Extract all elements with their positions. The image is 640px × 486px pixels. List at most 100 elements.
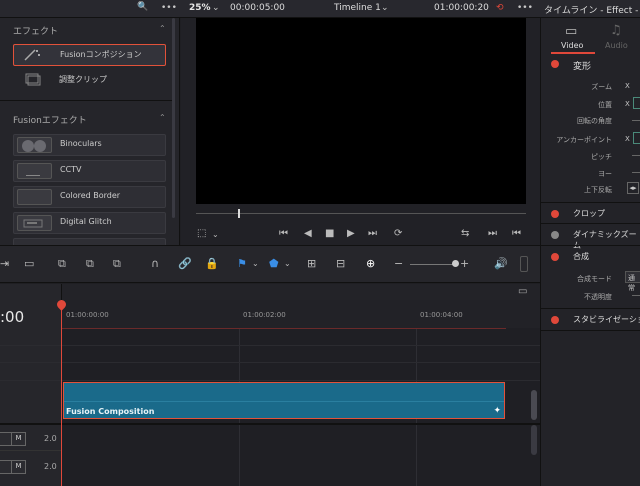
speaker-icon[interactable]: 🔊 [494,257,508,270]
fusion-composition-clip[interactable]: Fusion Composition ✦ [63,382,505,419]
link-icon[interactable]: 🔗 [178,257,192,270]
go-to-end-icon[interactable]: ⏭ [368,228,377,239]
prev-edit-icon[interactable]: ⏮ [512,228,521,239]
rotation-label: 回転の角度 [577,117,612,125]
zoom-out-icon[interactable]: − [394,257,403,270]
tab-audio[interactable]: Audio [605,41,628,50]
effect-label: Digital Glitch [60,217,112,226]
adjustment-icon [16,72,49,86]
transform-title: 変形 [573,62,592,72]
timeline-chevron-icon[interactable]: ⌄ [381,3,389,13]
anchor-x-label: X [625,135,630,143]
tab-video[interactable]: Video [561,41,583,50]
zoom-full-icon[interactable]: ⊞ [307,257,316,270]
dynamic-zoom-toggle[interactable] [551,231,559,239]
zoom-level[interactable]: 25% [189,3,211,13]
play-reverse-icon[interactable]: ◀ [304,228,312,239]
flag-chevron-icon[interactable]: ⌄ [252,259,259,268]
crop-toggle[interactable] [551,210,559,218]
inspector-title: タイムライン - Effect - Fusi [544,6,640,16]
overwrite-clip-icon[interactable]: ⧉ [86,257,94,271]
position-x-field[interactable] [633,97,640,109]
effect-item-digital-glitch[interactable]: Digital Glitch [13,212,166,234]
zoom-chevron-icon[interactable]: ⌄ [212,3,220,13]
audio-scrollbar[interactable] [531,425,537,455]
mute-button[interactable]: M [11,460,26,474]
effect-item-fusion-composition[interactable]: Fusionコンポジション [13,44,166,66]
cctv-thumbnail [17,163,52,179]
position-x-label: X [625,100,630,108]
mute-button[interactable]: M [11,432,26,446]
blade-icon[interactable]: ▭ [24,257,34,270]
crop-view-icon[interactable]: ⬚ [197,228,206,239]
flip-icon[interactable]: ◂▸ [627,182,639,194]
options-icon[interactable]: ••• [517,3,533,13]
video-tab-icon[interactable]: ▭ [565,24,577,39]
zoom-detail-icon[interactable]: ⊟ [336,257,345,270]
timeline-name[interactable]: Timeline 1 [334,3,381,13]
more-icon[interactable]: ••• [161,3,177,13]
ruler-tick-label: 01:00:02:00 [243,311,286,319]
insert-clip-icon[interactable]: ⧉ [58,257,66,271]
timeline-playhead[interactable] [61,300,62,486]
play-icon[interactable]: ▶ [347,228,355,239]
marker-chevron-icon[interactable]: ⌄ [284,259,291,268]
track-divider [0,380,540,381]
viewer-playhead[interactable] [238,209,240,218]
timeline-timecode: :00 [0,308,25,326]
replace-clip-icon[interactable]: ⧉ [113,257,121,271]
track-volume: 2.0 [44,462,57,471]
view-chevron-icon[interactable]: ⌄ [212,230,219,239]
flag-icon[interactable]: ⚑ [237,257,247,270]
timeline-view-options-icon[interactable]: ▭ [518,286,527,297]
match-frame-icon[interactable]: ⇆ [461,228,469,239]
yaw-label: ヨー [598,170,612,178]
collapse-chevron-icon[interactable]: ⌃ [159,113,166,122]
composite-mode-value: 通常 [628,274,635,292]
effect-label: 調整クリップ [59,75,107,84]
stop-icon[interactable]: ■ [325,228,334,239]
viewer-scrubber[interactable] [196,213,526,214]
search-icon[interactable]: 🔍 [137,2,148,12]
music-note-icon[interactable]: ♫ [610,23,622,38]
lock-icon[interactable]: 🔒 [205,257,219,270]
trim-mode-icon[interactable]: ⇥ [0,257,9,270]
pitch-slider[interactable] [632,155,640,156]
effect-label: Fusionコンポジション [60,50,142,59]
divider [541,330,640,331]
marker-icon[interactable]: ⬟ [269,257,279,270]
composite-toggle[interactable] [551,253,559,261]
snapping-icon[interactable]: ∩ [151,257,159,270]
transform-toggle[interactable] [551,60,559,68]
effect-item-cctv[interactable]: CCTV [13,160,166,182]
go-to-start-icon[interactable]: ⏮ [279,228,288,239]
zoom-custom-icon[interactable]: ⊕ [366,257,375,270]
zoom-in-icon[interactable]: + [460,257,469,270]
yaw-slider[interactable] [632,172,640,173]
loop-icon[interactable]: ⟳ [394,228,402,239]
sync-icon[interactable]: ⟲ [496,3,504,13]
anchor-x-field[interactable] [633,132,640,144]
anchor-label: アンカーポイント [556,136,612,144]
opacity-slider[interactable] [632,295,640,296]
collapse-chevron-icon[interactable]: ⌃ [159,24,166,33]
effects-scrollbar[interactable] [172,18,175,218]
zoom-slider-handle[interactable] [452,260,459,267]
zoom-slider[interactable] [410,264,458,265]
edit-toolbar: ⇥ ▭ ⧉ ⧉ ⧉ ∩ 🔗 🔒 ⚑ ⌄ ⬟ ⌄ ⊞ ⊟ ⊕ − + 🔊 [0,245,540,283]
dynamic-zoom-title: ダイナミックズーム [573,230,637,250]
track-header-column: :00 [0,284,62,486]
effect-item-colored-border[interactable]: Colored Border [13,186,166,208]
next-edit-icon[interactable]: ⏭ [488,228,497,239]
composite-mode-label: 合成モード [577,275,612,283]
inspector-panel: ▭ ♫ Video Audio 変形 ズーム X 位置 X 回転の角度 アンカー… [540,18,640,486]
timeline-scrollbar[interactable] [531,390,537,420]
effect-item-binoculars[interactable]: Binoculars [13,134,166,156]
effect-item-adjustment-clip[interactable]: 調整クリップ [13,70,164,90]
composite-mode-select[interactable]: 通常 [625,271,640,292]
position-label: 位置 [598,101,612,109]
viewer-canvas[interactable] [196,18,526,204]
stabilization-toggle[interactable] [551,316,559,324]
timeline-ruler[interactable] [62,300,540,328]
rotation-slider[interactable] [632,120,640,121]
